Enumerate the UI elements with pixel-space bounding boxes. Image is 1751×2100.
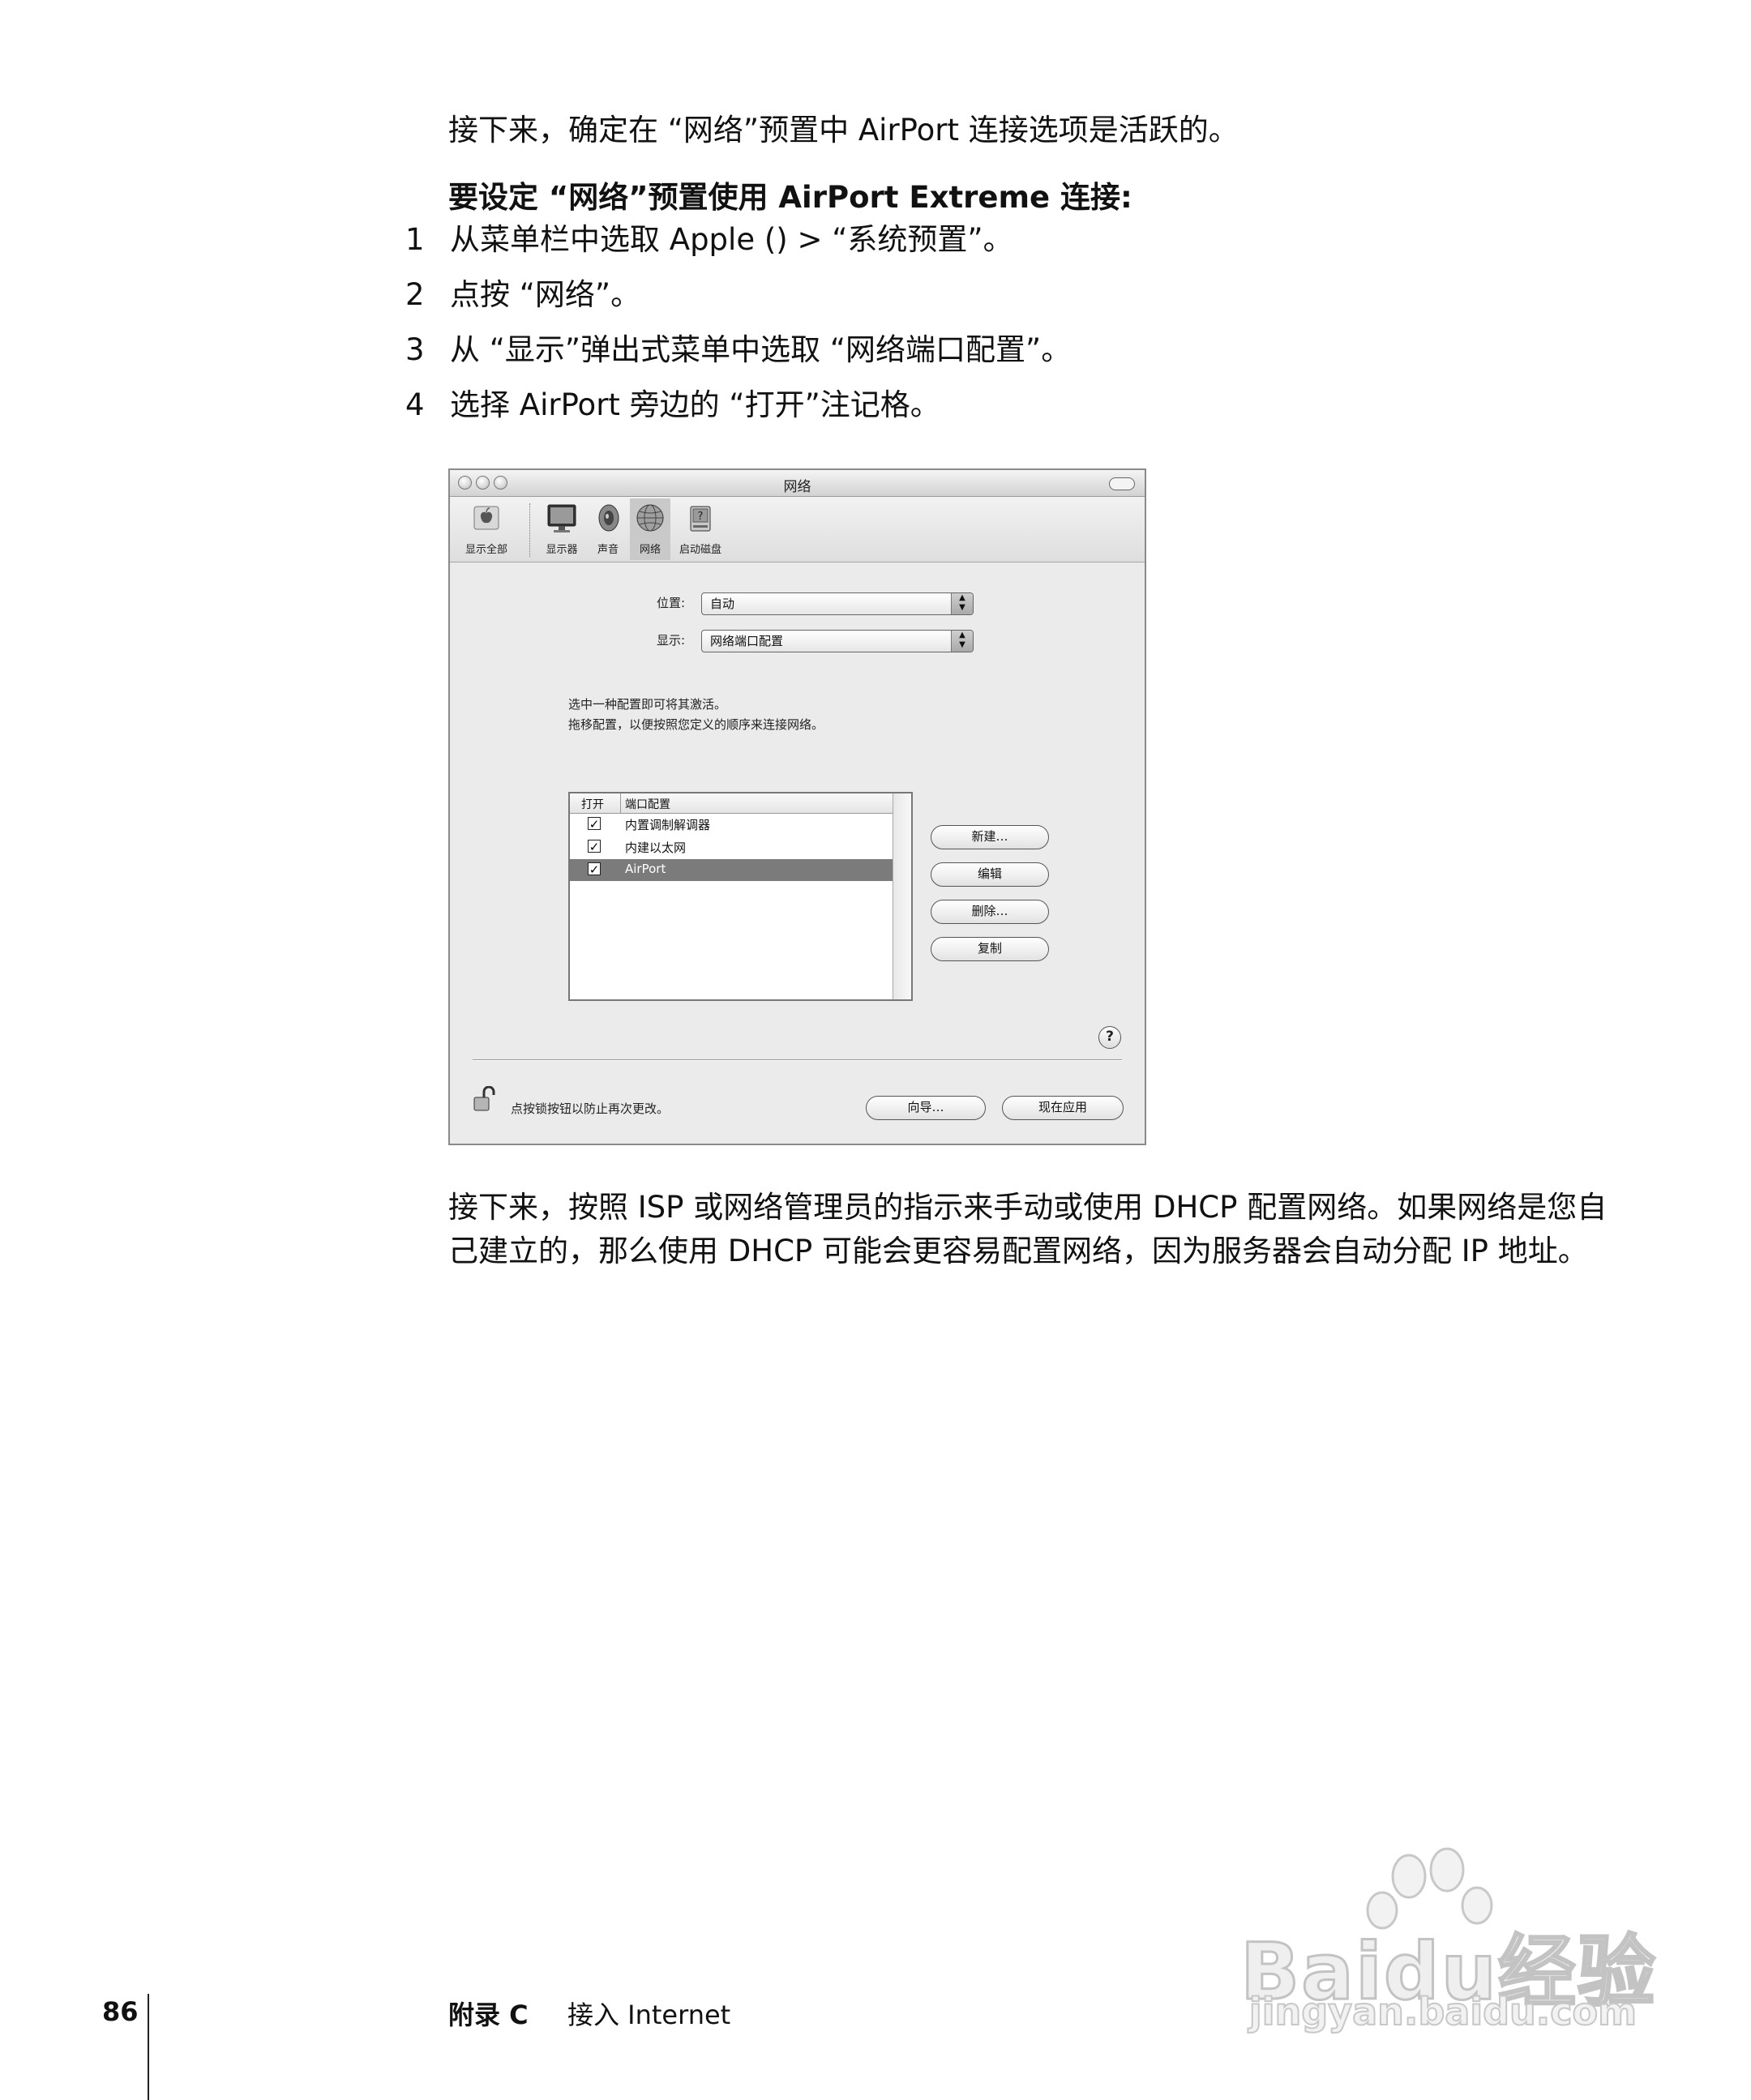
step-number: 1 [405,222,425,257]
port-checkbox[interactable]: ✓ [588,840,601,853]
step-number: 2 [405,277,425,312]
port-row-ethernet[interactable]: ✓ 内建以太网 [570,836,893,858]
port-checkbox[interactable]: ✓ [588,817,601,831]
footer-rule [148,1994,149,2100]
edit-button[interactable]: 编辑 [931,862,1049,887]
preferences-toolbar: 显示全部 显示器 声音 网络 ? 启动磁盘 [450,497,1145,562]
location-label: 位置: [656,596,685,610]
assist-button[interactable]: 向导… [866,1096,986,1120]
toolbar-label: 显示器 [546,544,578,556]
step-text: 从菜单栏中选取 Apple () > “系统预置”。 [450,222,1013,257]
location-popup[interactable]: 自动 ▲ ▼ [701,592,974,615]
toolbar-toggle-button[interactable] [1109,477,1135,490]
toolbar-network[interactable]: 网络 [630,498,670,560]
port-name: AirPort [625,862,666,876]
bottom-divider [473,1059,1122,1061]
port-row-modem[interactable]: ✓ 内置调制解调器 [570,814,893,836]
display-icon [547,504,576,532]
toolbar-label: 网络 [639,544,661,556]
toolbar-sound[interactable]: 声音 [588,502,628,556]
header-port[interactable]: 端口配置 [625,796,670,812]
port-configurations-list[interactable]: 打开 端口配置 ✓ 内置调制解调器 ✓ 内建以太网 ✓ AirPort [568,792,913,1001]
step-text: 从 “显示”弹出式菜单中选取 “网络端口配置”。 [450,332,1072,367]
show-popup[interactable]: 网络端口配置 ▲ ▼ [701,630,974,652]
popup-arrows-icon: ▲ ▼ [951,631,973,652]
header-separator [620,793,621,813]
footer-label: 附录 C 接入 Internet [448,1995,730,2032]
toolbar-label: 声音 [597,544,619,556]
window-titlebar: 网络 [450,470,1145,497]
apple-prefs-icon [473,506,499,530]
show-label: 显示: [656,633,685,648]
show-value: 网络端口配置 [710,634,784,648]
info-line-2: 拖移配置，以便按照您定义的顺序来连接网络。 [568,717,824,732]
step-text: 点按 “网络”。 [450,277,641,312]
toolbar-startup-disk[interactable]: ? 启动磁盘 [672,502,729,556]
svg-text:?: ? [698,511,704,523]
lock-icon[interactable] [473,1086,497,1114]
after-paragraph: 接下来，按照 ISP 或网络管理员的指示来手动或使用 DHCP 配置网络。如果网… [448,1190,1608,1268]
header-on[interactable]: 打开 [581,796,604,812]
toolbar-separator [529,503,530,557]
network-globe-icon [636,504,664,532]
new-button[interactable]: 新建… [931,825,1049,849]
section-heading: 要设定 “网络”预置使用 AirPort Extreme 连接: [448,180,1132,215]
toolbar-show-all[interactable]: 显示全部 [458,502,515,556]
watermark-url: jingyan.baidu.com [1248,1989,1638,2034]
speaker-icon [598,504,619,532]
port-name: 内建以太网 [625,840,687,855]
help-button[interactable]: ? [1098,1026,1121,1049]
toolbar-label: 显示全部 [465,544,507,556]
step-number: 4 [405,387,425,422]
list-scrollbar[interactable] [893,793,911,999]
step-number: 3 [405,332,425,367]
delete-button[interactable]: 删除… [931,900,1049,924]
popup-arrows-icon: ▲ ▼ [951,593,973,614]
duplicate-button[interactable]: 复制 [931,937,1049,961]
location-value: 自动 [710,597,735,611]
apply-now-button[interactable]: 现在应用 [1002,1096,1124,1120]
step-text: 选择 AirPort 旁边的 “打开”注记格。 [450,387,940,422]
list-header: 打开 端口配置 [570,793,893,814]
toolbar-displays[interactable]: 显示器 [537,502,586,556]
toolbar-label: 启动磁盘 [679,544,721,556]
intro-paragraph: 接下来，确定在 “网络”预置中 AirPort 连接选项是活跃的。 [448,113,1239,148]
info-line-1: 选中一种配置即可将其激活。 [568,697,727,712]
footer-chapter: 接入 Internet [567,1999,731,2030]
port-name: 内置调制解调器 [625,818,711,832]
port-checkbox[interactable]: ✓ [588,862,601,876]
network-preferences-screenshot: 网络 显示全部 显示器 声音 网络 ? 启动磁盘 位置: 自动 ▲ ▼ 显示: … [448,468,1146,1145]
footer-appendix: 附录 C [448,1999,529,2030]
window-title: 网络 [783,479,811,495]
startup-disk-icon: ? [690,506,711,532]
lock-text: 点按锁按钮以防止再次更改。 [511,1101,670,1116]
page-number: 86 [102,1996,139,2027]
baidu-watermark: Baidu经验 jingyan.baidu.com [1239,1836,1656,2038]
port-row-airport[interactable]: ✓ AirPort [570,859,893,881]
